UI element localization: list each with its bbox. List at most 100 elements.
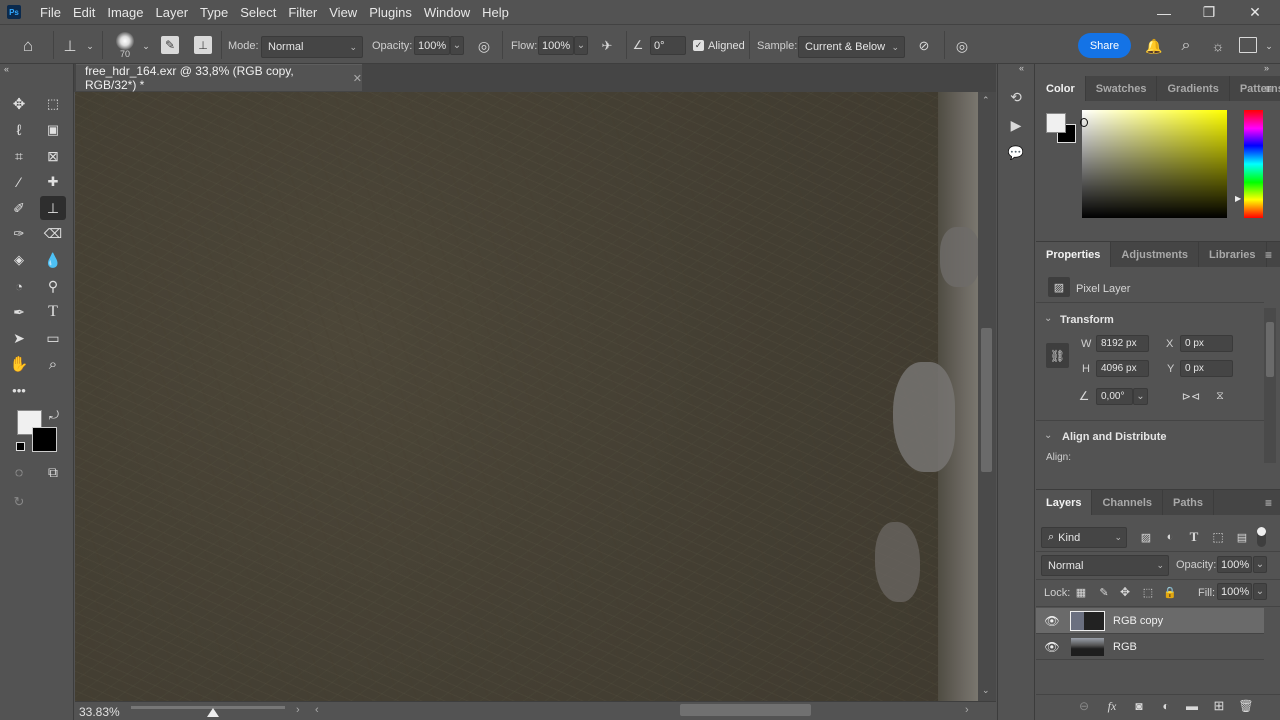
status-arrow-right-icon[interactable]: › bbox=[296, 704, 300, 716]
expand-panels-icon[interactable]: » bbox=[1264, 63, 1269, 73]
healing-brush-tool-icon[interactable]: ✚ bbox=[40, 170, 66, 194]
layer-filter-kind-select[interactable]: ⌕ Kind ⌄ bbox=[1041, 527, 1127, 548]
swap-colors-icon[interactable]: ⤾ bbox=[49, 408, 59, 423]
discover-lightbulb-icon[interactable]: ☼ bbox=[1208, 36, 1228, 56]
tab-properties[interactable]: Properties bbox=[1036, 242, 1112, 267]
color-field[interactable] bbox=[1082, 110, 1227, 218]
rotation-input[interactable]: 0,00° bbox=[1096, 388, 1133, 405]
x-input[interactable]: 0 px bbox=[1180, 335, 1233, 352]
color-foreground-swatch[interactable] bbox=[1046, 113, 1066, 133]
hue-slider-thumb[interactable]: ▶ bbox=[1235, 194, 1241, 203]
tab-adjustments[interactable]: Adjustments bbox=[1111, 242, 1200, 267]
lock-position-icon[interactable]: ✥ bbox=[1118, 585, 1132, 599]
tab-swatches[interactable]: Swatches bbox=[1086, 76, 1158, 101]
hand-tool-icon[interactable]: ✋ bbox=[6, 352, 32, 376]
layer-row-rgb[interactable]: 👁 RGB bbox=[1036, 634, 1264, 660]
menu-window[interactable]: Window bbox=[418, 5, 476, 20]
filter-adjustment-layers-icon[interactable]: ◐ bbox=[1162, 529, 1178, 545]
zoom-tool-icon[interactable]: ⌕ bbox=[40, 352, 66, 376]
tab-channels[interactable]: Channels bbox=[1092, 490, 1163, 515]
rotation-dropdown[interactable]: ⌄ bbox=[1133, 388, 1148, 405]
opacity-dropdown[interactable]: ⌄ bbox=[450, 36, 464, 55]
eyedropper-tool-icon[interactable]: ⁄ bbox=[6, 170, 32, 194]
lock-artboard-icon[interactable]: ⬚ bbox=[1141, 585, 1155, 599]
y-input[interactable]: 0 px bbox=[1180, 360, 1233, 377]
scroll-down-icon[interactable]: ⌄ bbox=[982, 685, 990, 696]
layer-name[interactable]: RGB copy bbox=[1113, 615, 1163, 627]
crop-tool-icon[interactable]: ⌗ bbox=[6, 144, 32, 168]
brush-angle-input[interactable]: 0° bbox=[650, 36, 686, 55]
actions-panel-icon[interactable]: ▶ bbox=[1006, 115, 1026, 135]
menu-filter[interactable]: Filter bbox=[282, 5, 323, 20]
quick-mask-icon[interactable]: ◌ bbox=[6, 460, 32, 484]
horizontal-scroll-thumb[interactable] bbox=[680, 704, 811, 716]
tab-color[interactable]: Color bbox=[1036, 76, 1086, 101]
search-icon[interactable]: ⌕ bbox=[1176, 36, 1196, 56]
type-tool-icon[interactable]: T bbox=[40, 300, 66, 324]
layer-opacity-dropdown[interactable]: ⌄ bbox=[1253, 556, 1267, 573]
color-picker-cursor[interactable] bbox=[1080, 118, 1088, 127]
hue-slider[interactable] bbox=[1244, 110, 1263, 218]
scroll-right-icon[interactable]: › bbox=[965, 704, 969, 716]
pressure-opacity-icon[interactable]: ◎ bbox=[474, 36, 494, 56]
height-input[interactable]: 4096 px bbox=[1096, 360, 1149, 377]
aligned-checkbox[interactable]: ✓ bbox=[693, 40, 704, 51]
tab-gradients[interactable]: Gradients bbox=[1157, 76, 1230, 101]
clone-source-icon[interactable]: ⊥ bbox=[194, 36, 212, 54]
tab-layers[interactable]: Layers bbox=[1036, 490, 1093, 515]
move-tool-icon[interactable]: ✥ bbox=[6, 92, 32, 116]
background-color-swatch[interactable] bbox=[32, 427, 57, 452]
flow-dropdown[interactable]: ⌄ bbox=[574, 36, 588, 55]
brush-tool-icon[interactable]: ✐ bbox=[6, 196, 32, 220]
layer-row-rgb-copy[interactable]: 👁 RGB copy bbox=[1036, 608, 1264, 634]
clone-stamp-preset-icon[interactable]: ⊥ bbox=[60, 36, 80, 56]
align-section-title[interactable]: Align and Distribute bbox=[1062, 431, 1167, 443]
lock-image-pixels-icon[interactable]: ✎ bbox=[1097, 585, 1111, 599]
tab-patterns[interactable]: Patterns bbox=[1230, 76, 1280, 101]
eraser-tool-icon[interactable]: ⌫ bbox=[40, 222, 66, 246]
edit-toolbar-icon[interactable]: ••• bbox=[6, 378, 32, 402]
lasso-tool-icon[interactable]: ℓ bbox=[6, 118, 32, 142]
transform-section-title[interactable]: Transform bbox=[1060, 314, 1114, 326]
fill-dropdown[interactable]: ⌄ bbox=[1253, 583, 1267, 600]
default-colors-icon[interactable] bbox=[16, 442, 25, 451]
workspace-icon[interactable] bbox=[1239, 37, 1257, 53]
history-panel-icon[interactable]: ⟲ bbox=[1006, 87, 1026, 107]
scroll-up-icon[interactable]: ⌃ bbox=[982, 95, 990, 106]
image-canvas[interactable] bbox=[75, 92, 978, 701]
filter-type-layers-icon[interactable]: T bbox=[1186, 529, 1202, 545]
ignore-adjustment-layers-icon[interactable]: ⊘ bbox=[914, 36, 934, 56]
chevron-down-icon[interactable]: ⌄ bbox=[1263, 40, 1275, 52]
pen-tool-icon[interactable]: ✒ bbox=[6, 300, 32, 324]
comments-panel-icon[interactable]: 💬 bbox=[1006, 143, 1026, 163]
zoom-level[interactable]: 33.83% bbox=[79, 705, 120, 719]
close-tab-icon[interactable]: ✕ bbox=[353, 72, 362, 85]
screen-mode-icon[interactable]: ⧉ bbox=[40, 460, 66, 484]
brush-preview-icon[interactable] bbox=[116, 32, 134, 50]
blur-tool-icon[interactable]: 💧 bbox=[40, 248, 66, 272]
mode-select[interactable]: Normal ⌄ bbox=[261, 36, 363, 58]
share-button[interactable]: Share bbox=[1078, 33, 1131, 58]
dodge-tool-icon[interactable]: ◔ bbox=[6, 274, 32, 298]
flip-horizontal-icon[interactable]: ⊳⊲ bbox=[1182, 388, 1200, 405]
flip-vertical-icon[interactable]: ⧖ bbox=[1211, 388, 1229, 405]
notification-bell-icon[interactable]: 🔔 bbox=[1144, 36, 1164, 56]
panel-menu-icon[interactable]: ≡ bbox=[1265, 496, 1272, 510]
blend-mode-select[interactable]: Normal ⌄ bbox=[1041, 555, 1169, 576]
menu-edit[interactable]: Edit bbox=[67, 5, 101, 20]
opacity-input[interactable]: 100% bbox=[414, 36, 450, 55]
minimize-button[interactable]: — bbox=[1141, 0, 1187, 25]
close-window-button[interactable]: ✕ bbox=[1232, 0, 1278, 25]
layer-name[interactable]: RGB bbox=[1113, 641, 1137, 653]
vertical-scroll-thumb[interactable] bbox=[981, 328, 992, 472]
clone-stamp-tool-icon[interactable]: ⊥ bbox=[40, 196, 66, 220]
rectangle-tool-icon[interactable]: ▭ bbox=[40, 326, 66, 350]
add-layer-style-icon[interactable]: fx bbox=[1103, 698, 1121, 714]
new-group-icon[interactable]: ▬ bbox=[1183, 698, 1201, 714]
filter-shape-layers-icon[interactable]: ⬚ bbox=[1210, 529, 1226, 545]
menu-layer[interactable]: Layer bbox=[150, 5, 195, 20]
pressure-size-icon[interactable]: ◎ bbox=[952, 36, 972, 56]
width-input[interactable]: 8192 px bbox=[1096, 335, 1149, 352]
filter-pixel-layers-icon[interactable]: ▨ bbox=[1138, 529, 1154, 545]
home-icon[interactable]: ⌂ bbox=[16, 36, 40, 56]
